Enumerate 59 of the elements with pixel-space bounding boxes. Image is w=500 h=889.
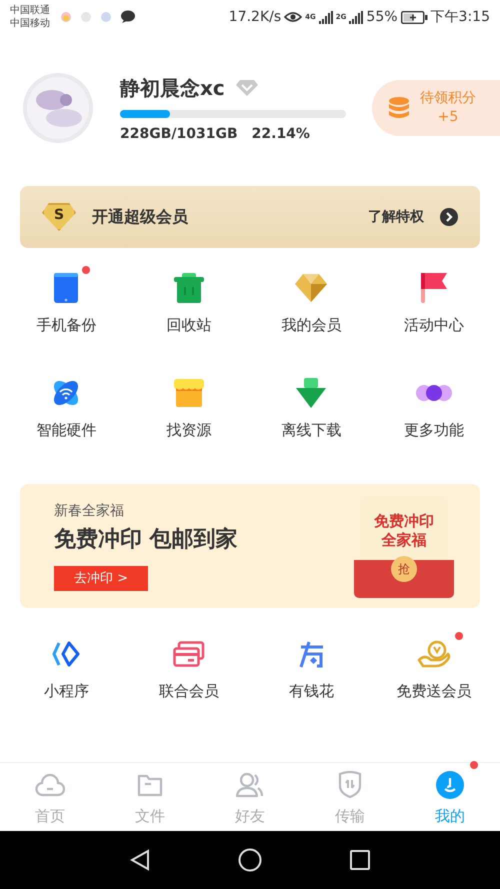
app-notification-icon [80, 11, 92, 23]
avatar[interactable] [22, 72, 94, 144]
service-item[interactable]: 有钱花 [250, 628, 372, 701]
vip-badge: S [42, 203, 76, 231]
shop-icon [174, 379, 204, 407]
tablet-icon [54, 273, 78, 303]
diamond-icon [234, 79, 259, 97]
arrow-circle-icon [440, 208, 458, 226]
people-icon [236, 772, 264, 798]
shortcut-item[interactable]: 更多功能 [372, 367, 495, 440]
vip-title: 开通超级会员 [92, 206, 188, 228]
carrier-name: 中国联通 [10, 4, 50, 17]
shortcut-item[interactable]: 找资源 [128, 367, 250, 440]
download-icon [296, 378, 326, 408]
recents-icon[interactable] [350, 850, 370, 870]
promo-banner[interactable]: 新春全家福 免费冲印 包邮到家 去冲印 > 免费冲印 全家福 抢 [20, 484, 480, 608]
shortcut-item[interactable]: 智能硬件 [5, 367, 128, 440]
service-item[interactable]: 小程序 [5, 628, 128, 701]
app-notification-icon [100, 11, 112, 23]
promo-subtitle: 新春全家福 [54, 502, 124, 520]
vip-banner[interactable]: S 开通超级会员 了解特权 [20, 186, 480, 248]
storage-percent: 22.14% [252, 126, 310, 142]
brackets-icon [52, 641, 80, 667]
diamond-icon [295, 274, 328, 302]
shortcut-item[interactable]: 手机备份 [5, 262, 128, 335]
network-speed: 17.2K/s [228, 9, 282, 25]
person-circle-icon [436, 770, 464, 798]
shortcut-item[interactable]: 活动中心 [372, 262, 495, 335]
money-icon [297, 640, 326, 668]
signal-icon [349, 10, 364, 24]
signal-icon [318, 10, 333, 24]
promo-title: 免费冲印 包邮到家 [54, 526, 238, 554]
hand-coin-icon [416, 640, 451, 668]
carrier-name: 中国移动 [10, 17, 50, 30]
storage-used: 228GB/1031GB [120, 126, 238, 142]
battery-percent: 55% [366, 9, 398, 25]
home-icon[interactable] [238, 848, 262, 872]
user-name: 静初晨念xc [120, 74, 225, 102]
shortcut-item[interactable]: 回收站 [128, 262, 250, 335]
shortcut-item[interactable]: 我的会员 [250, 262, 372, 335]
print-button[interactable]: 去冲印 > [54, 566, 148, 590]
service-item[interactable]: 联合会员 [128, 628, 250, 701]
battery-icon [400, 10, 428, 24]
vip-link: 了解特权 [368, 208, 424, 226]
app-notification-icon [60, 11, 72, 23]
shield-icon [338, 770, 362, 798]
chat-bubble-icon [120, 10, 135, 24]
clock: 下午3:15 [430, 8, 490, 26]
back-icon[interactable] [130, 849, 150, 871]
dots-icon [416, 385, 452, 401]
flag-icon [420, 273, 447, 303]
cards-icon [172, 641, 205, 667]
service-item[interactable]: 免费送会员 [372, 628, 495, 701]
shortcut-item[interactable]: 离线下载 [250, 367, 372, 440]
trash-icon [174, 273, 204, 303]
eye-icon [284, 11, 302, 23]
folder-icon [137, 772, 163, 796]
coins-icon [388, 96, 410, 120]
cloud-icon [35, 772, 65, 796]
